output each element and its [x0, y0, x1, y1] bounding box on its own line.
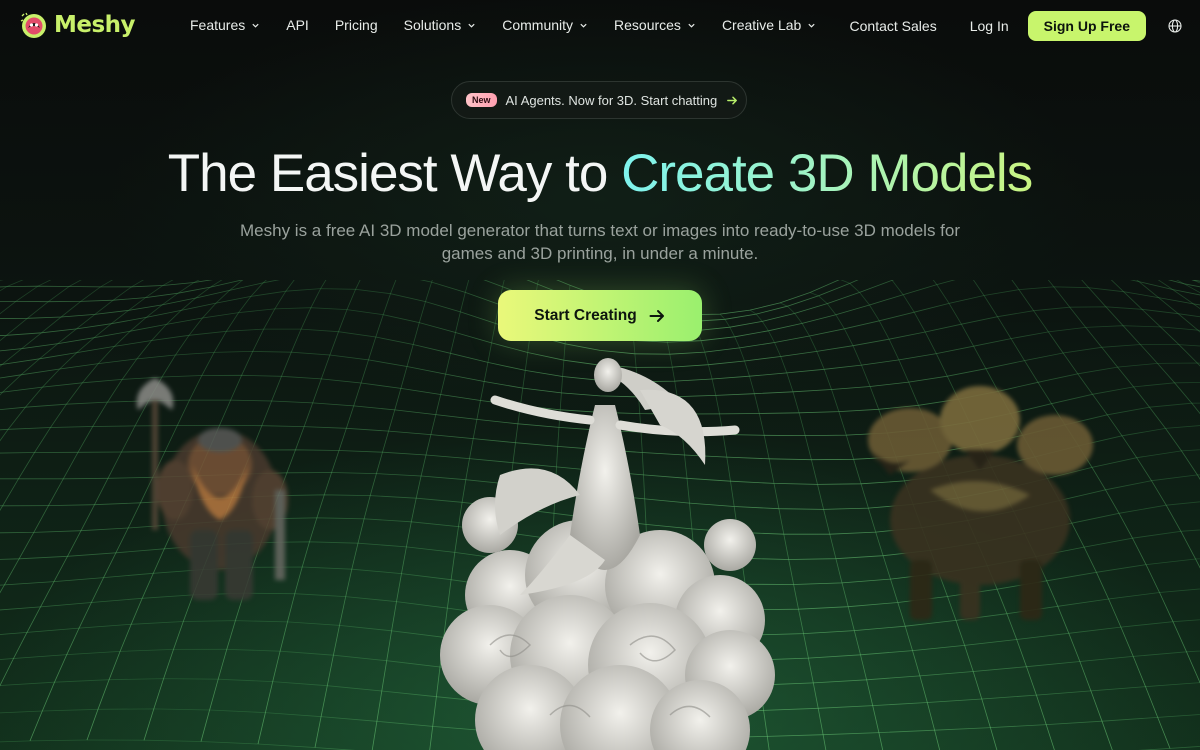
dwarf-warrior-model	[136, 378, 288, 600]
top-navigation: Meshy Features API Pricing Solutions Com…	[0, 0, 1200, 54]
nav-item-features[interactable]: Features	[190, 17, 260, 33]
terrain-col-line	[1191, 280, 1200, 284]
announcement-text: AI Agents. Now for 3D. Start chatting	[505, 92, 718, 108]
terrain-col-line	[0, 280, 52, 315]
three-headed-dog-model	[868, 386, 1093, 620]
meshy-logo-icon	[20, 12, 46, 38]
signup-button[interactable]: Sign Up Free	[1027, 11, 1146, 41]
new-badge: New	[466, 93, 497, 107]
nav-item-label: Resources	[614, 17, 681, 33]
start-creating-button[interactable]: Start Creating	[498, 290, 702, 341]
nav-links: Features API Pricing Solutions Community…	[190, 17, 842, 33]
hero-subtitle: Meshy is a free AI 3D model generator th…	[240, 221, 961, 263]
headline-highlight: Create 3D Models	[621, 144, 1033, 203]
nav-item-creative-lab[interactable]: Creative Lab	[722, 17, 816, 33]
chevron-down-icon	[468, 23, 475, 28]
nav-item-label: Community	[502, 17, 574, 33]
announcement-pill[interactable]: New AI Agents. Now for 3D. Start chattin…	[451, 81, 747, 119]
headline-plain: The Easiest Way to	[167, 144, 622, 203]
brand-logo[interactable]: Meshy	[18, 10, 136, 40]
nav-item-pricing[interactable]: Pricing	[335, 17, 378, 33]
nav-item-resources[interactable]: Resources	[614, 17, 696, 33]
nav-item-community[interactable]: Community	[502, 17, 588, 33]
chevron-down-icon	[580, 23, 587, 28]
chevron-down-icon	[808, 23, 815, 28]
chevron-down-icon	[688, 23, 695, 28]
hero-headline: The Easiest Way to Create 3D Models	[0, 143, 1200, 204]
terrain-col-line	[0, 280, 82, 342]
brand-name: Meshy	[54, 12, 136, 38]
nav-item-label: API	[286, 17, 309, 33]
contact-sales-link[interactable]: Contact Sales	[850, 18, 937, 34]
nav-item-label: Solutions	[403, 17, 462, 33]
nav-item-solutions[interactable]: Solutions	[404, 17, 477, 33]
chevron-down-icon	[252, 23, 259, 28]
nav-actions: Contact Sales Log In Sign Up Free	[850, 11, 1182, 41]
landing-page: Meshy Features API Pricing Solutions Com…	[0, 0, 1200, 750]
nav-item-label: Creative Lab	[721, 17, 802, 33]
login-link[interactable]: Log In	[970, 18, 1009, 34]
arrow-right-icon	[727, 96, 738, 104]
cta-label: Start Creating	[534, 306, 637, 324]
terrain-col-line	[1157, 280, 1200, 310]
goddess-statue-model	[440, 358, 775, 750]
arrow-right-icon	[649, 309, 664, 322]
nav-item-label: Pricing	[334, 17, 378, 33]
nav-item-label: Features	[190, 17, 246, 33]
globe-icon[interactable]	[1168, 19, 1182, 33]
terrain-col-line	[0, 280, 114, 367]
nav-item-api[interactable]: API	[286, 17, 309, 33]
